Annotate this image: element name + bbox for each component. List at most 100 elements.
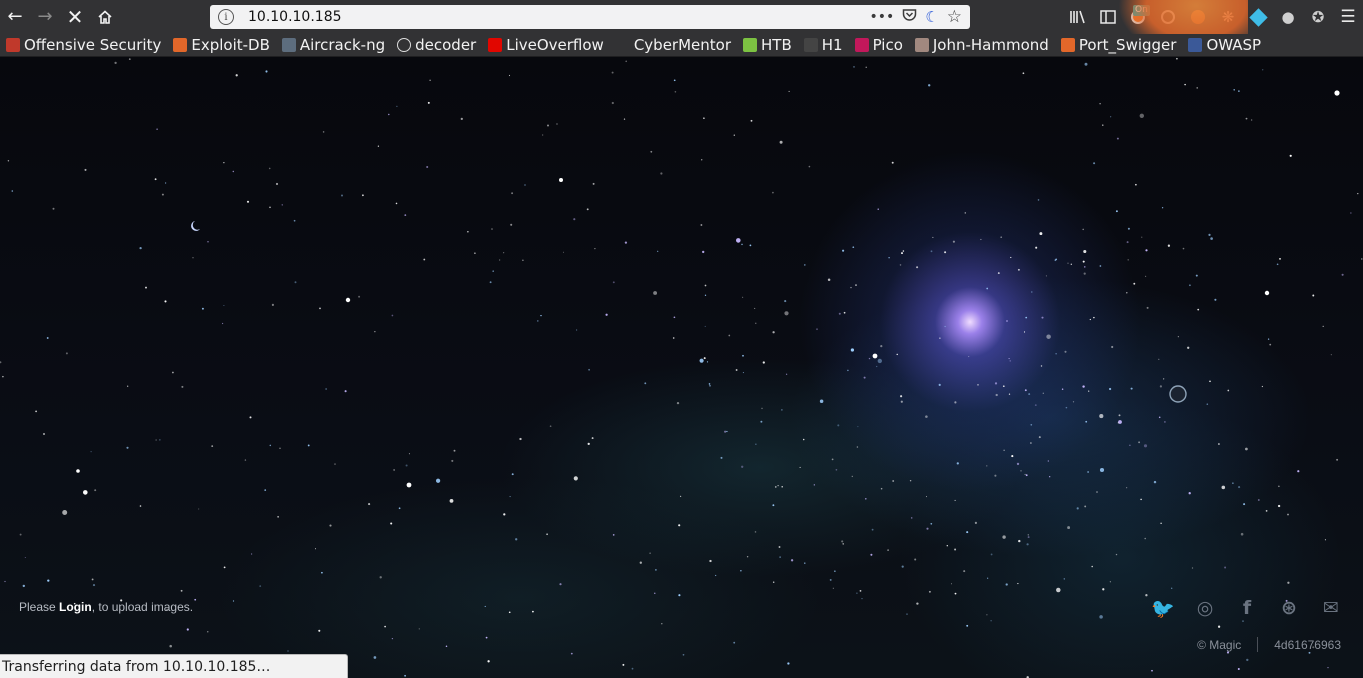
page-actions-icon[interactable]: ••• bbox=[870, 9, 895, 25]
bookmark-item[interactable]: Exploit-DB bbox=[167, 34, 276, 56]
hamburger-menu-icon[interactable]: ☰ bbox=[1333, 2, 1363, 32]
star bbox=[1085, 420, 1088, 423]
star bbox=[128, 58, 131, 60]
star bbox=[1217, 443, 1220, 445]
star bbox=[827, 278, 831, 282]
star bbox=[223, 162, 225, 164]
star bbox=[1087, 471, 1089, 473]
address-bar[interactable]: i 10.10.10.185 ••• ☾ ☆ bbox=[210, 5, 970, 29]
stop-loading-icon[interactable]: ✕ bbox=[60, 2, 90, 32]
star bbox=[1008, 358, 1010, 360]
status-bar: Transferring data from 10.10.10.185… bbox=[0, 654, 348, 678]
star bbox=[624, 241, 628, 244]
star bbox=[990, 553, 993, 556]
bookmark-item[interactable]: decoder bbox=[391, 34, 482, 56]
bookmark-item[interactable]: Aircrack-ng bbox=[276, 34, 391, 56]
mail-icon[interactable]: ✉ bbox=[1319, 596, 1343, 620]
star bbox=[1042, 392, 1044, 394]
star bbox=[994, 382, 998, 385]
library-icon[interactable] bbox=[1063, 2, 1093, 32]
star bbox=[294, 281, 297, 284]
star bbox=[4, 580, 6, 583]
star bbox=[1145, 594, 1148, 597]
star bbox=[181, 385, 184, 388]
starfield-background bbox=[0, 57, 1363, 678]
star bbox=[232, 600, 235, 602]
facebook-icon[interactable]: f bbox=[1235, 596, 1259, 620]
star bbox=[384, 625, 386, 628]
back-arrow-icon[interactable]: ← bbox=[0, 2, 30, 32]
reader-moon-icon[interactable]: ☾ bbox=[925, 8, 938, 26]
login-link[interactable]: Login bbox=[59, 600, 92, 614]
star bbox=[519, 437, 522, 441]
star bbox=[853, 65, 855, 68]
star bbox=[1243, 503, 1246, 506]
home-icon[interactable] bbox=[90, 2, 120, 32]
star bbox=[223, 566, 226, 569]
bookmark-item[interactable]: Pico bbox=[849, 34, 909, 56]
star bbox=[819, 399, 824, 404]
star bbox=[139, 246, 142, 250]
star bbox=[1161, 207, 1164, 209]
star bbox=[703, 357, 706, 360]
bookmarks-bar: Offensive Security Exploit-DB Aircrack-ng d… bbox=[0, 34, 1363, 57]
star bbox=[377, 145, 380, 147]
star bbox=[1357, 193, 1359, 195]
star bbox=[1261, 385, 1264, 388]
login-suffix: , to upload images. bbox=[91, 600, 194, 614]
star bbox=[451, 459, 454, 462]
star bbox=[1099, 265, 1102, 267]
bookmark-star-icon[interactable]: ☆ bbox=[947, 7, 962, 27]
star bbox=[1242, 620, 1244, 622]
cookie-icon[interactable]: ✪ bbox=[1303, 2, 1333, 32]
star bbox=[547, 124, 549, 127]
star bbox=[390, 522, 393, 525]
instagram-icon[interactable]: ◎ bbox=[1193, 596, 1217, 620]
star bbox=[742, 296, 744, 298]
bookmark-item[interactable]: Offensive Security bbox=[0, 34, 167, 56]
bookmark-item[interactable]: John-Hammond bbox=[909, 34, 1055, 56]
bookmark-item[interactable]: HTB bbox=[737, 34, 798, 56]
star bbox=[1167, 244, 1171, 247]
site-info-icon[interactable]: i bbox=[218, 9, 234, 25]
star bbox=[46, 337, 49, 339]
twitter-icon[interactable]: 🐦 bbox=[1151, 596, 1175, 620]
dribbble-icon[interactable]: ⊛ bbox=[1277, 596, 1301, 620]
pocket-icon[interactable] bbox=[902, 8, 917, 26]
star bbox=[1023, 331, 1026, 333]
star bbox=[650, 150, 653, 153]
star bbox=[1224, 566, 1227, 569]
star bbox=[778, 546, 781, 548]
url-text[interactable]: 10.10.10.185 bbox=[248, 9, 870, 25]
star bbox=[211, 445, 214, 447]
pico-icon bbox=[854, 38, 869, 52]
star bbox=[859, 590, 862, 592]
bookmark-item[interactable]: Port_Swigger bbox=[1055, 34, 1183, 56]
globe-icon bbox=[397, 38, 412, 52]
bookmark-item[interactable]: CyberMentor bbox=[628, 34, 737, 56]
star bbox=[1141, 236, 1143, 238]
hackerone-icon bbox=[803, 38, 818, 52]
addon-hat-icon[interactable]: ● bbox=[1273, 2, 1303, 32]
bookmark-item[interactable]: H1 bbox=[798, 34, 849, 56]
star bbox=[269, 444, 272, 447]
star bbox=[1327, 666, 1329, 669]
login-prefix: Please bbox=[19, 600, 60, 614]
star bbox=[1279, 258, 1281, 260]
forward-arrow-icon[interactable]: → bbox=[30, 2, 60, 32]
star bbox=[802, 438, 805, 441]
star bbox=[522, 259, 524, 262]
star bbox=[575, 329, 578, 331]
star bbox=[653, 291, 658, 295]
star bbox=[314, 548, 317, 550]
bookmark-item[interactable]: LiveOverflow bbox=[482, 34, 610, 56]
star bbox=[499, 259, 501, 261]
star bbox=[914, 558, 917, 561]
star bbox=[1126, 241, 1129, 244]
star bbox=[1251, 119, 1253, 121]
star bbox=[180, 589, 183, 592]
star bbox=[1189, 284, 1191, 287]
bookmark-item[interactable]: OWASP bbox=[1182, 34, 1267, 56]
star bbox=[1127, 227, 1130, 230]
star bbox=[92, 584, 96, 587]
